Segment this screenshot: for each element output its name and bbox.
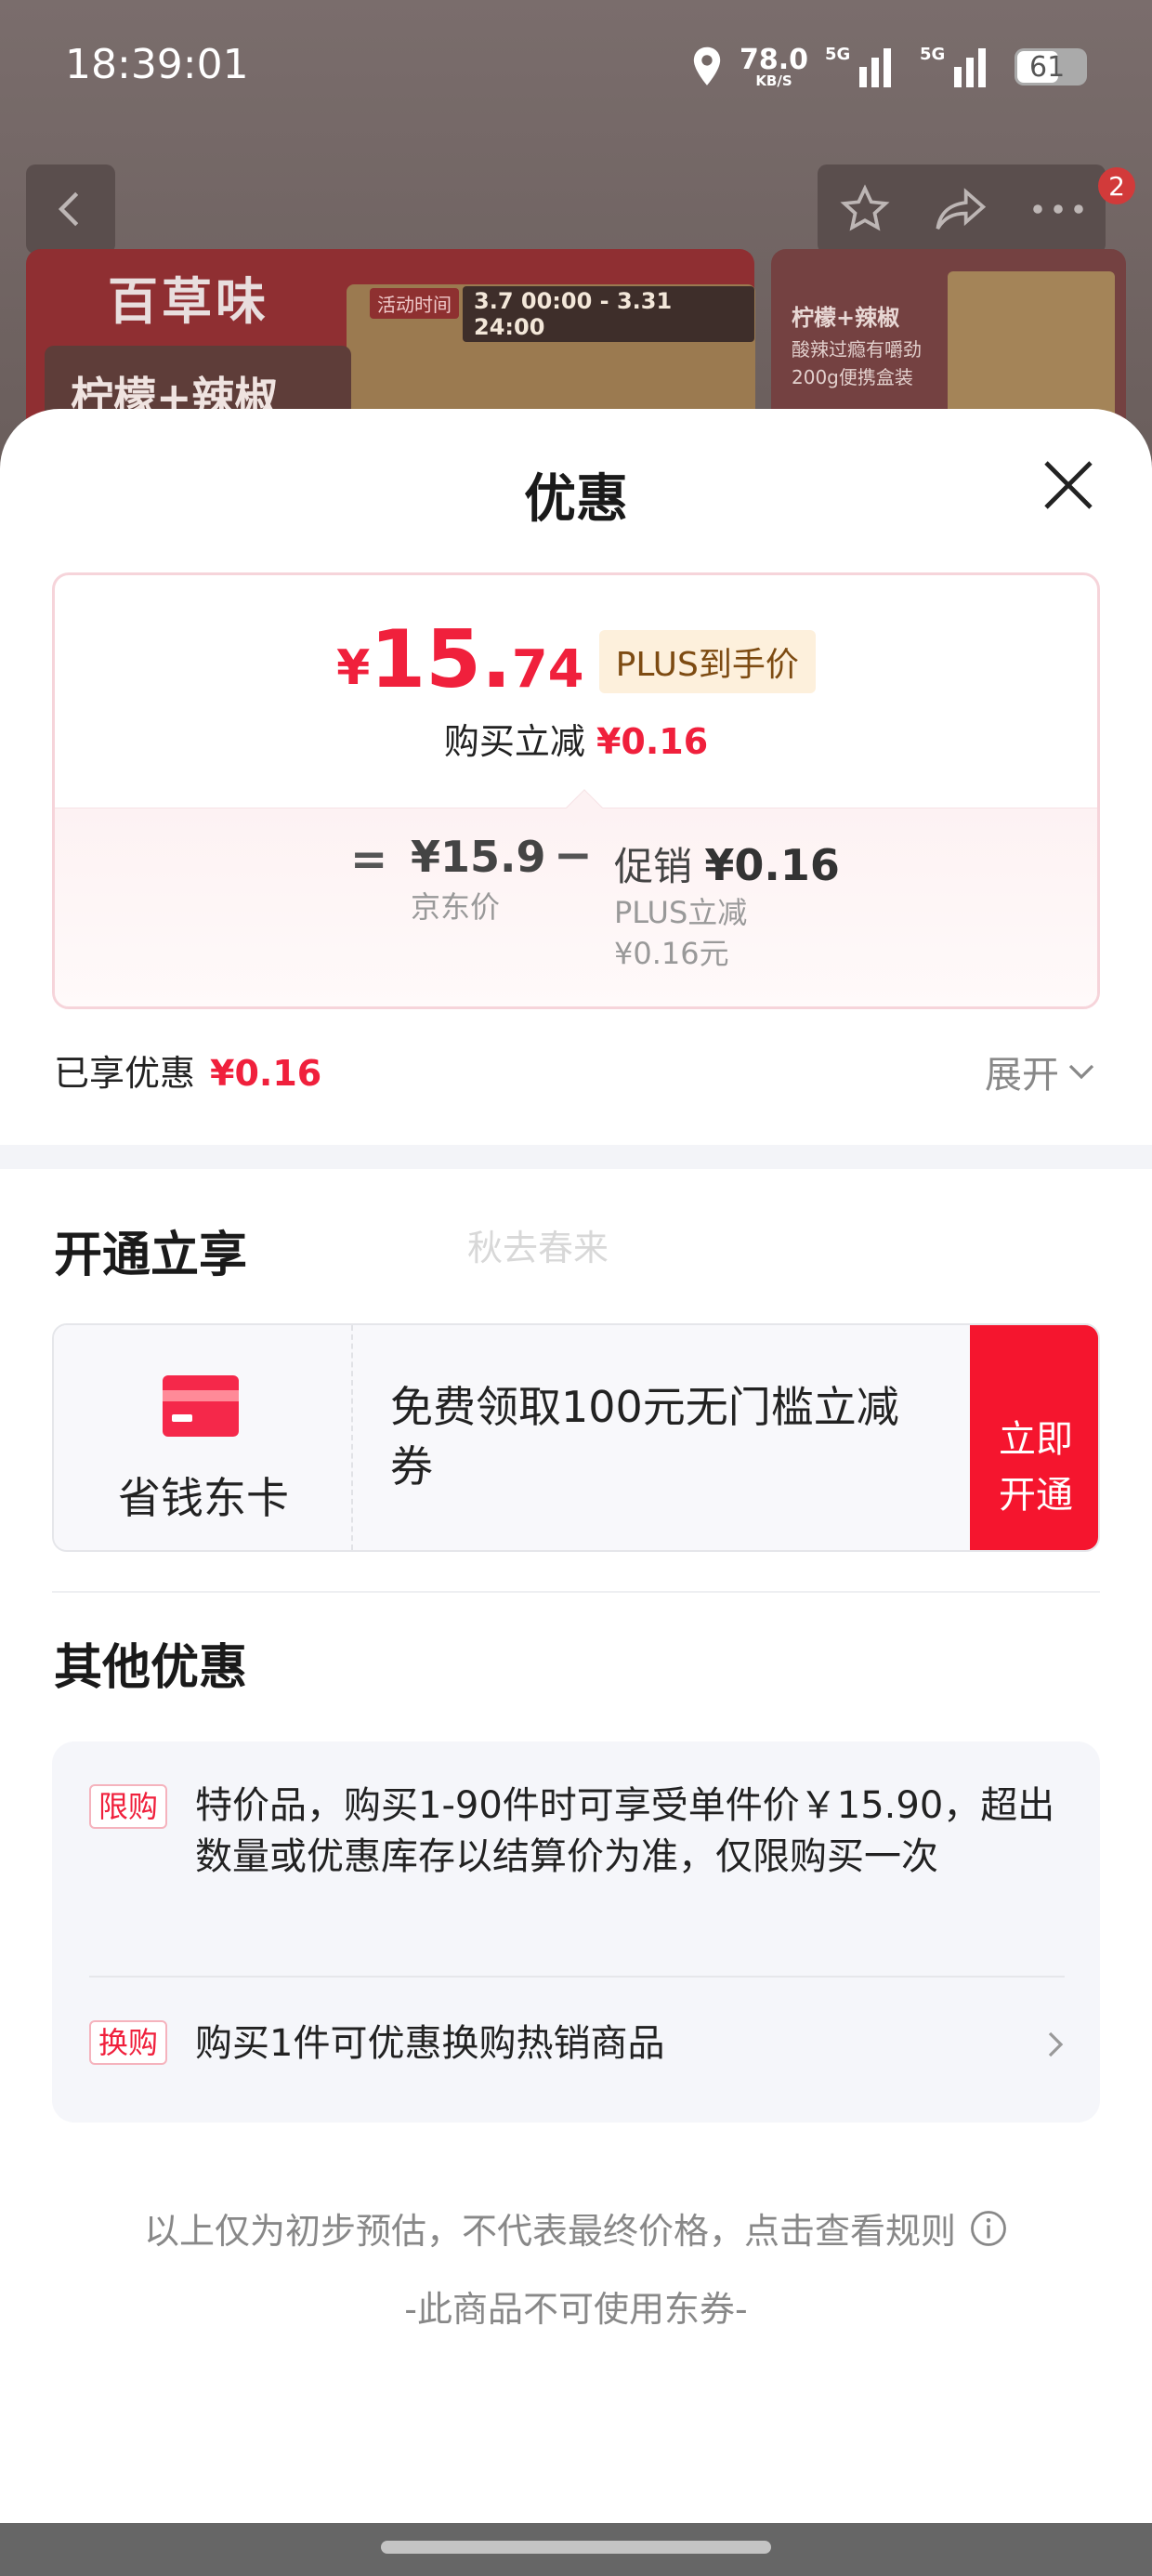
expand-toggle[interactable]: 展开 <box>985 1045 1094 1098</box>
price-integer: 15. <box>370 613 512 706</box>
info-icon <box>971 2210 1006 2246</box>
signal-icon: 5G <box>920 45 998 87</box>
offer-item-exchange[interactable]: 换购 购买1件可优惠换购热销商品 <box>89 2015 1065 2070</box>
enjoyed-value: ¥0.16 <box>210 1053 322 1094</box>
battery-icon: 61 <box>1015 48 1087 85</box>
promo-label: 促销 <box>614 844 693 889</box>
jd-price-label: 京东价 <box>411 889 501 925</box>
promo-value: ¥0.16 <box>704 840 840 890</box>
instant-reduce-label: 购买立减 <box>443 721 585 762</box>
other-offers: 限购 特价品，购买1-90件时可享受单件价￥15.90，超出数量或优惠库存以结算… <box>52 1741 1100 2123</box>
jd-price-value: ¥15.9 <box>411 832 546 882</box>
net-speed: 78.0 KB/S <box>740 46 808 88</box>
promo-discount: 促销 ¥0.16 PLUS立减 ¥0.16元 <box>614 835 840 974</box>
card-name: 省钱东卡 <box>118 1473 289 1523</box>
chevron-right-icon <box>1048 2031 1064 2057</box>
sheet-title: 优惠 <box>524 469 628 530</box>
plus-price-badge: PLUS到手价 <box>598 630 816 693</box>
watermark: 秋去春来 <box>467 1228 609 1268</box>
chevron-down-icon <box>1068 1064 1094 1080</box>
thumb-line: 200g便携盒装 <box>792 366 913 388</box>
rule-note-text: 以上仅为初步预估，不代表最终价格，点击查看规则 <box>143 2211 956 2252</box>
card-info: 省钱东卡 <box>54 1325 353 1550</box>
instant-reduce: 购买立减 ¥0.16 <box>55 713 1097 764</box>
membership-card-offer: 省钱东卡 免费领取100元无门槛立减券 立即 开通 <box>52 1323 1100 1552</box>
discount-sheet: 优惠 ¥ 15. 74 PLUS到手价 购买立减 ¥0.16 = ¥15.9 京… <box>0 409 1152 2523</box>
activate-button[interactable]: 立即 开通 <box>970 1325 1098 1550</box>
battery-level: 61 <box>1029 50 1066 84</box>
back-button[interactable] <box>26 164 115 254</box>
final-price: ¥ 15. 74 PLUS到手价 <box>55 620 1097 700</box>
close-icon <box>1044 461 1093 509</box>
equals-sign: = <box>350 834 388 886</box>
status-bar: 18:39:01 78.0 KB/S 5G 5G 61 <box>0 0 1152 139</box>
offer-separator <box>89 1976 1065 1978</box>
cart-badge: 2 <box>1098 167 1135 204</box>
home-indicator[interactable] <box>381 2541 771 2554</box>
star-icon[interactable] <box>837 183 893 235</box>
price-rule-note[interactable]: 以上仅为初步预估，不代表最终价格，点击查看规则 <box>0 2202 1152 2254</box>
section-gap <box>0 1145 1152 1169</box>
thumb-title: 柠檬+辣椒 <box>792 305 900 331</box>
share-icon[interactable] <box>933 183 990 235</box>
more-icon[interactable] <box>1030 200 1086 218</box>
activity-date: 3.7 00:00 - 3.31 24:00 <box>463 286 754 342</box>
expand-label: 展开 <box>985 1054 1059 1097</box>
top-actions <box>818 164 1106 254</box>
plus-reduce-label: PLUS立减 <box>614 895 748 930</box>
signal-label: 5G <box>920 45 946 64</box>
net-speed-unit: KB/S <box>755 72 792 89</box>
divider <box>52 1591 1100 1593</box>
other-section-title: 其他优惠 <box>54 1640 248 1696</box>
activate-label-2: 开通 <box>999 1474 1073 1517</box>
status-time: 18:39:01 <box>65 41 249 88</box>
offer-text: 购买1件可优惠换购热销商品 <box>195 2022 665 2065</box>
brand-logo: 百草味 <box>108 272 269 331</box>
close-button[interactable] <box>1039 455 1098 515</box>
activity-tag: 活动时间 <box>370 288 459 319</box>
card-icon <box>163 1375 239 1437</box>
price-decimal: 74 <box>511 639 584 700</box>
price-breakdown: ¥ 15. 74 PLUS到手价 购买立减 ¥0.16 = ¥15.9 京东价 … <box>52 572 1100 1009</box>
activate-label-1: 立即 <box>999 1418 1073 1461</box>
signal-label: 5G <box>825 45 851 64</box>
offer-text: 特价品，购买1-90件时可享受单件价￥15.90，超出数量或优惠库存以结算价为准… <box>195 1784 1055 1878</box>
card-description: 免费领取100元无门槛立减券 <box>390 1382 899 1492</box>
location-pin-icon <box>693 46 721 85</box>
open-section-title: 开通立享 <box>54 1228 248 1283</box>
thumb-line: 酸辣过瘾有嚼劲 <box>792 338 922 361</box>
status-icons: 78.0 KB/S 5G 5G 61 <box>691 41 1087 93</box>
coupon-note: -此商品不可使用东券- <box>404 2289 748 2330</box>
offer-tag: 限购 <box>89 1784 168 1829</box>
price-currency: ¥ <box>336 640 371 696</box>
plus-reduce-value: ¥0.16元 <box>614 936 729 971</box>
jd-price: ¥15.9 京东价 <box>411 832 546 927</box>
minus-sign: − <box>554 828 593 882</box>
enjoyed-discount: 已享优惠 ¥0.16 <box>54 1045 321 1096</box>
instant-reduce-value: ¥0.16 <box>596 721 709 762</box>
back-arrow-icon <box>58 191 79 227</box>
enjoyed-label: 已享优惠 <box>54 1053 196 1094</box>
signal-icon: 5G <box>825 45 903 87</box>
offer-tag: 换购 <box>89 2020 168 2065</box>
net-speed-value: 78.0 <box>739 43 808 76</box>
